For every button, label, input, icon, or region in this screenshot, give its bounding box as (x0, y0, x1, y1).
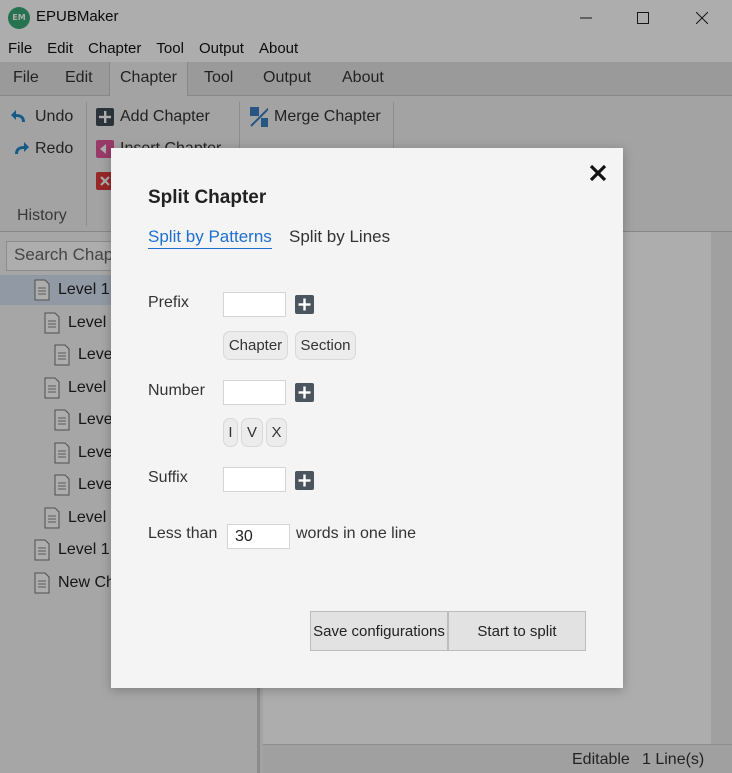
number-label: Number (148, 382, 205, 399)
add-suffix-button[interactable] (295, 471, 314, 490)
add-number-button[interactable] (295, 383, 314, 402)
prefix-label: Prefix (148, 294, 189, 311)
dialog-title: Split Chapter (148, 187, 267, 208)
start-split-button[interactable]: Start to split (448, 611, 586, 651)
words-per-line-input[interactable]: 30 (227, 524, 290, 549)
dialog-close-button[interactable] (587, 162, 609, 184)
suffix-label: Suffix (148, 469, 188, 486)
suffix-input[interactable] (223, 467, 286, 492)
prefix-input[interactable] (223, 292, 286, 317)
tab-split-by-lines[interactable]: Split by Lines (289, 227, 390, 247)
tab-split-by-patterns[interactable]: Split by Patterns (148, 227, 272, 249)
words-in-line-label: words in one line (296, 525, 417, 542)
prefix-chip-section[interactable]: Section (295, 331, 356, 360)
plus-icon (298, 474, 311, 487)
number-chip-x[interactable]: X (266, 418, 287, 447)
close-icon (589, 164, 607, 182)
less-than-label: Less than (148, 525, 218, 542)
plus-icon (298, 298, 311, 311)
number-chip-v[interactable]: V (241, 418, 263, 447)
plus-icon (298, 386, 311, 399)
split-chapter-dialog: Split Chapter Split by Patterns Split by… (111, 148, 623, 688)
save-configurations-button[interactable]: Save configurations (310, 611, 448, 651)
number-chip-i[interactable]: I (223, 418, 238, 447)
add-prefix-button[interactable] (295, 295, 314, 314)
number-input[interactable] (223, 380, 286, 405)
prefix-chip-chapter[interactable]: Chapter (223, 331, 288, 360)
